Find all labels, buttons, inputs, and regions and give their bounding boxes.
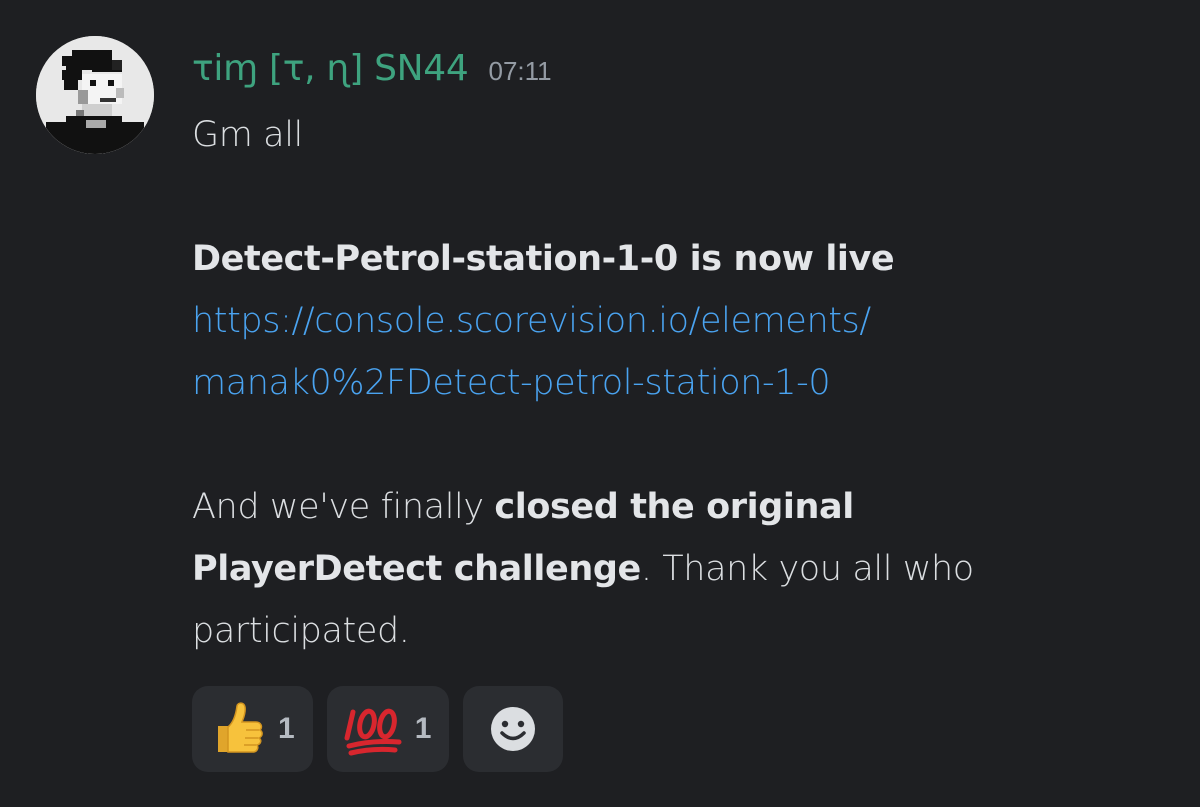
add-reaction-button[interactable] — [463, 686, 564, 772]
closing-prefix: And we've finally — [192, 487, 495, 527]
announcement-text: Detect-Petrol-station-1-0 is now live — [192, 239, 895, 279]
reaction-count: 1 — [414, 712, 432, 745]
reaction-thumbs-up[interactable]: 1 — [192, 686, 313, 772]
timestamp[interactable]: 07:11 — [489, 56, 552, 87]
link-url-part-1[interactable]: https://console.scorevision.io/elements/ — [192, 290, 1152, 352]
closing-line-2: PlayerDetect challenge. Thank you all wh… — [192, 538, 1152, 600]
reaction-hundred-points[interactable]: 1 — [326, 686, 450, 772]
thumbs-up-icon — [208, 700, 266, 758]
chat-message: τiɱ [τ, ɳ] SN44 07:11 Gm all Detect-Petr… — [0, 0, 1200, 807]
closing-bold-2: PlayerDetect challenge — [192, 549, 641, 589]
hundred-points-icon — [343, 700, 403, 758]
message-content: Gm all Detect-Petrol-station-1-0 is now … — [192, 104, 1152, 662]
closing-line-3: participated. — [192, 611, 410, 651]
smiley-add-reaction-icon — [491, 707, 536, 751]
message-line-greeting: Gm all — [192, 115, 303, 155]
username[interactable]: τiɱ [τ, ɳ] SN44 — [192, 48, 469, 89]
avatar[interactable] — [36, 36, 154, 154]
closing-suffix: . Thank you all who — [640, 549, 974, 589]
reaction-count: 1 — [278, 712, 295, 745]
pixel-portrait-icon — [36, 36, 154, 154]
reactions-bar: 1 1 — [192, 686, 564, 772]
link-url-part-2[interactable]: manak0%2FDetect-petrol-station-1-0 — [192, 352, 1152, 414]
closing-line-1: And we've finally closed the original — [192, 476, 1152, 538]
closing-bold-1: closed the original — [494, 487, 854, 527]
message-header: τiɱ [τ, ɳ] SN44 07:11 — [192, 48, 552, 98]
